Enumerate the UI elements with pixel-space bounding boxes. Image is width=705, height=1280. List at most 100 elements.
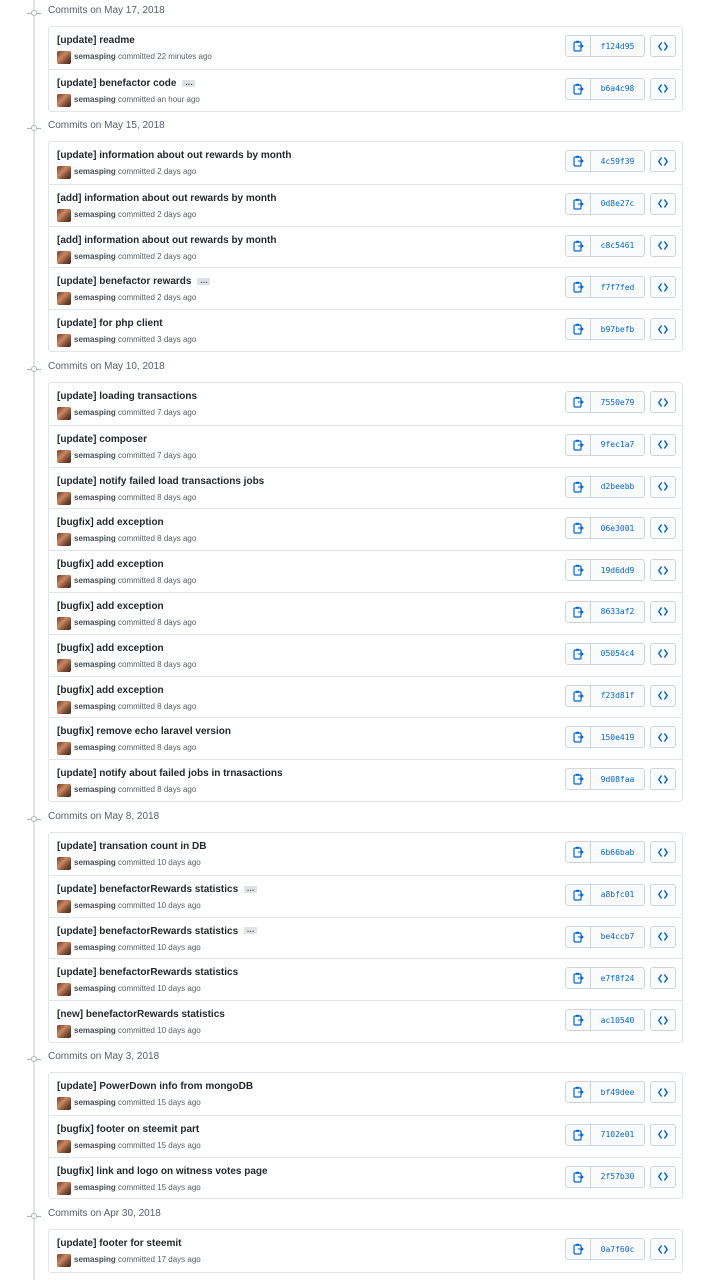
commit-message[interactable]: [update] benefactorRewards statistics…: [57, 926, 258, 937]
commit-sha-link[interactable]: b6a4c98: [591, 79, 644, 99]
copy-sha-button[interactable]: [566, 769, 591, 790]
browse-repo-button[interactable]: [650, 1009, 676, 1032]
copy-sha-button[interactable]: [566, 601, 591, 622]
author-link[interactable]: semasping: [74, 1141, 116, 1150]
commit-sha-link[interactable]: 19d6dd9: [591, 560, 644, 580]
commit-message-link[interactable]: [bugfix] add exception: [57, 517, 164, 528]
copy-sha-button[interactable]: [566, 685, 591, 706]
avatar[interactable]: [57, 51, 71, 64]
commit-message[interactable]: [bugfix] add exception: [57, 559, 164, 570]
avatar[interactable]: [57, 491, 71, 505]
commit-sha-link[interactable]: bf49dee: [591, 1082, 644, 1102]
commit-message-link[interactable]: [update] for php client: [57, 318, 163, 329]
copy-sha-button[interactable]: [566, 319, 591, 340]
commit-message-link[interactable]: [bugfix] add exception: [57, 559, 164, 570]
commit-message-link[interactable]: [bugfix] footer on steemit part: [57, 1124, 199, 1135]
avatar[interactable]: [57, 784, 71, 798]
commit-message-link[interactable]: [add] information about out rewards by m…: [57, 235, 276, 246]
commit-message[interactable]: [update] benefactorRewards statistics…: [57, 884, 258, 895]
author-link[interactable]: semasping: [74, 451, 116, 460]
commit-message-link[interactable]: [new] benefactorRewards statistics: [57, 1009, 225, 1020]
avatar[interactable]: [57, 292, 71, 306]
author-link[interactable]: semasping: [74, 576, 116, 585]
avatar[interactable]: [57, 1139, 71, 1153]
avatar[interactable]: [57, 407, 71, 420]
expand-message-button[interactable]: …: [197, 277, 211, 286]
copy-sha-button[interactable]: [566, 476, 591, 497]
browse-repo-button[interactable]: [650, 1165, 676, 1188]
commit-sha-link[interactable]: f7f7fed: [591, 277, 644, 297]
browse-repo-button[interactable]: [650, 642, 676, 665]
commit-message-link[interactable]: [update] readme: [57, 35, 135, 46]
commit-message[interactable]: [update] notify about failed jobs in trn…: [57, 768, 283, 779]
commit-message-link[interactable]: [add] information about out rewards by m…: [57, 193, 276, 204]
copy-sha-button[interactable]: [566, 235, 591, 256]
author-link[interactable]: semasping: [74, 901, 116, 910]
browse-repo-button[interactable]: [650, 883, 676, 906]
copy-sha-button[interactable]: [566, 560, 591, 581]
expand-message-button[interactable]: …: [244, 926, 258, 935]
avatar[interactable]: [57, 334, 71, 348]
author-link[interactable]: semasping: [74, 1183, 116, 1192]
commit-message[interactable]: [update] information about out rewards b…: [57, 150, 291, 161]
author-link[interactable]: semasping: [74, 1026, 116, 1035]
commit-message-link[interactable]: [update] benefactorRewards statistics: [57, 967, 238, 978]
author-link[interactable]: semasping: [74, 660, 116, 669]
avatar[interactable]: [57, 941, 71, 955]
commit-message-link[interactable]: [update] benefactorRewards statistics: [57, 884, 238, 895]
copy-sha-button[interactable]: [566, 78, 591, 99]
author-link[interactable]: semasping: [74, 52, 116, 61]
commit-sha-link[interactable]: 0a7f60c: [591, 1239, 644, 1259]
commit-message-link[interactable]: [bugfix] add exception: [57, 643, 164, 654]
copy-sha-button[interactable]: [566, 518, 591, 539]
browse-repo-button[interactable]: [650, 1123, 676, 1146]
avatar[interactable]: [57, 1181, 71, 1195]
commit-message[interactable]: [update] PowerDown info from mongoDB: [57, 1081, 253, 1092]
commit-message[interactable]: [bugfix] footer on steemit part: [57, 1124, 199, 1135]
commit-message[interactable]: [update] footer for steemit: [57, 1238, 181, 1249]
commit-message-link[interactable]: [update] PowerDown info from mongoDB: [57, 1081, 253, 1092]
author-link[interactable]: semasping: [74, 618, 116, 627]
browse-repo-button[interactable]: [650, 234, 676, 257]
commit-message[interactable]: [bugfix] remove echo laravel version: [57, 726, 231, 737]
author-link[interactable]: semasping: [74, 702, 116, 711]
commit-message[interactable]: [add] information about out rewards by m…: [57, 235, 276, 246]
commit-message[interactable]: [update] for php client: [57, 318, 163, 329]
commit-message-link[interactable]: [update] notify failed load transactions…: [57, 476, 264, 487]
copy-sha-button[interactable]: [566, 193, 591, 214]
author-link[interactable]: semasping: [74, 335, 116, 344]
browse-repo-button[interactable]: [650, 684, 676, 707]
browse-repo-button[interactable]: [650, 559, 676, 582]
copy-sha-button[interactable]: [566, 1239, 591, 1259]
commit-message-link[interactable]: [update] transation count in DB: [57, 841, 206, 852]
browse-repo-button[interactable]: [650, 925, 676, 948]
commit-message-link[interactable]: [update] benefactor rewards: [57, 276, 191, 287]
commit-message[interactable]: [update] composer: [57, 434, 147, 445]
avatar[interactable]: [57, 1025, 71, 1039]
commit-message-link[interactable]: [bugfix] add exception: [57, 601, 164, 612]
browse-repo-button[interactable]: [650, 150, 676, 172]
copy-sha-button[interactable]: [566, 392, 591, 412]
avatar[interactable]: [57, 250, 71, 264]
copy-sha-button[interactable]: [566, 884, 591, 905]
copy-sha-button[interactable]: [566, 643, 591, 664]
author-link[interactable]: semasping: [74, 785, 116, 794]
commit-sha-link[interactable]: a8bfc01: [591, 885, 644, 905]
copy-sha-button[interactable]: [566, 926, 591, 947]
commit-sha-link[interactable]: b97befb: [591, 319, 644, 339]
avatar[interactable]: [57, 1097, 71, 1110]
commit-message[interactable]: [bugfix] add exception: [57, 601, 164, 612]
commit-sha-link[interactable]: 0d8e27c: [591, 194, 644, 214]
commit-message[interactable]: [add] information about out rewards by m…: [57, 193, 276, 204]
commit-sha-link[interactable]: 9d08faa: [591, 769, 644, 789]
commit-sha-link[interactable]: 9fec1a7: [591, 435, 644, 455]
copy-sha-button[interactable]: [566, 1124, 591, 1145]
commit-message[interactable]: [update] readme: [57, 35, 135, 46]
commit-message-link[interactable]: [update] composer: [57, 434, 147, 445]
commit-message[interactable]: [update] loading transactions: [57, 391, 197, 402]
commit-sha-link[interactable]: f124d95: [591, 36, 644, 56]
avatar[interactable]: [57, 983, 71, 997]
browse-repo-button[interactable]: [650, 276, 676, 299]
avatar[interactable]: [57, 166, 71, 179]
browse-repo-button[interactable]: [650, 967, 676, 990]
